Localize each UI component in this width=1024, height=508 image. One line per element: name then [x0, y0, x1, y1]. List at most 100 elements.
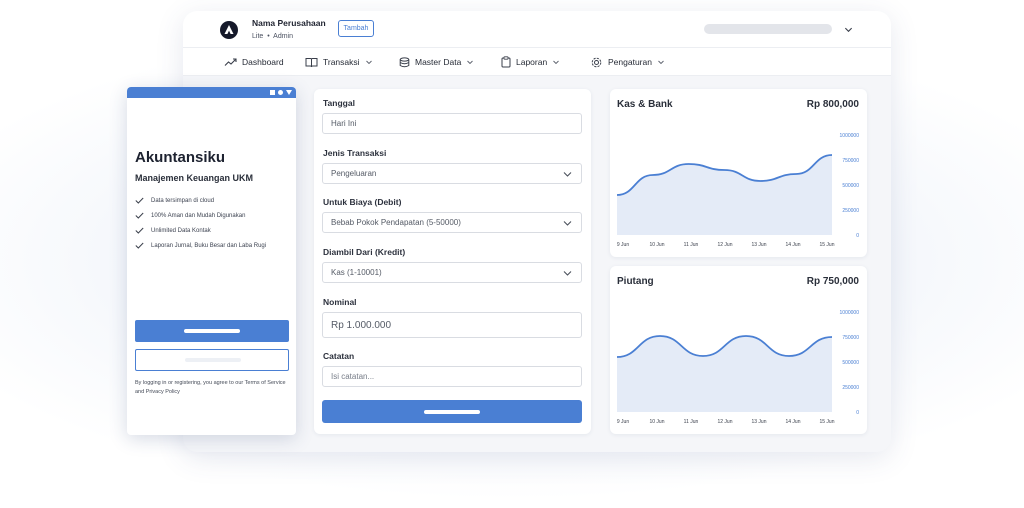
- window-titlebar: [127, 87, 296, 98]
- y-tick-label: 750000: [842, 158, 859, 164]
- nominal-input[interactable]: Rp 1.000.000: [322, 312, 582, 338]
- y-tick-label: 250000: [842, 385, 859, 391]
- y-tick-label: 0: [856, 410, 859, 416]
- separator-dot: •: [265, 33, 272, 40]
- y-tick-label: 0: [856, 233, 859, 239]
- company-logo-icon[interactable]: [220, 21, 238, 39]
- x-tick-label: 12 Jun: [717, 419, 732, 425]
- catatan-placeholder: Isi catatan...: [331, 372, 375, 381]
- catatan-input[interactable]: Isi catatan...: [322, 366, 582, 387]
- chevron-down-icon: [658, 60, 664, 65]
- area-fill: [617, 336, 832, 412]
- piutang-card: Piutang Rp 750,000 1000000 750000 500000 25…: [610, 266, 867, 434]
- x-tick-label: 9 Jun: [617, 242, 629, 248]
- area-fill: [617, 155, 832, 235]
- kas-bank-chart: 1000000 750000 500000 250000 0 9 Jun 10 Jun 11 …: [617, 133, 860, 248]
- database-icon: [399, 56, 410, 67]
- register-button[interactable]: [135, 349, 289, 371]
- chevron-down-icon: [553, 60, 560, 65]
- feature-text: Unlimited Data Kontak: [151, 227, 211, 234]
- chevron-down-icon: [563, 171, 572, 177]
- add-company-button[interactable]: Tambah: [338, 20, 374, 37]
- feature-item: Data tersimpan di cloud: [135, 193, 266, 208]
- nominal-value: Rp 1.000.000: [331, 319, 392, 331]
- nav-item-pengaturan[interactable]: Pengaturan: [590, 48, 665, 76]
- debit-account-select[interactable]: Bebab Pokok Pendapatan (5-50000): [322, 212, 582, 233]
- feature-text: Laporan Jurnal, Buku Besar dan Laba Rugi: [151, 242, 267, 249]
- check-icon: [135, 242, 144, 249]
- y-tick-label: 250000: [842, 208, 859, 214]
- check-icon: [135, 212, 144, 219]
- tanggal-value: Hari Ini: [331, 119, 357, 128]
- chevron-down-icon: [365, 60, 372, 65]
- submit-button[interactable]: [322, 400, 582, 423]
- y-tick-label: 500000: [842, 360, 859, 366]
- login-label-placeholder: [184, 329, 240, 333]
- x-tick-label: 13 Jun: [751, 419, 766, 425]
- piutang-chart: 1000000 750000 500000 250000 0 9 Jun 10 Jun 11 …: [617, 310, 860, 425]
- role-label: Admin: [273, 33, 293, 40]
- register-label-placeholder: [185, 358, 241, 362]
- nav-item-laporan[interactable]: Laporan: [501, 48, 560, 76]
- company-name[interactable]: Nama Perusahaan: [252, 18, 326, 28]
- nav-item-master-data[interactable]: Master Data: [399, 48, 474, 76]
- feature-item: 100% Aman dan Mudah Digunakan: [135, 208, 266, 223]
- nav-label-transaksi: Transaksi: [323, 57, 360, 67]
- feature-item: Unlimited Data Kontak: [135, 223, 266, 238]
- x-tick-label: 13 Jun: [751, 242, 766, 248]
- y-tick-label: 1000000: [840, 133, 860, 139]
- x-tick-label: 10 Jun: [649, 242, 664, 248]
- nav-label-master-data: Master Data: [415, 57, 462, 67]
- login-button[interactable]: [135, 320, 289, 342]
- x-tick-label: 10 Jun: [649, 419, 664, 425]
- login-window: Akuntansiku Manajemen Keuangan UKM Data …: [127, 87, 296, 435]
- kredit-account-select[interactable]: Kas (1-10001): [322, 262, 582, 283]
- jenis-transaksi-select[interactable]: Pengeluaran: [322, 163, 582, 184]
- y-tick-label: 500000: [842, 183, 859, 189]
- nominal-label: Nominal: [323, 297, 357, 307]
- x-tick-label: 11 Jun: [684, 242, 699, 248]
- x-tick-label: 9 Jun: [617, 419, 629, 425]
- tanggal-field[interactable]: Hari Ini: [322, 113, 582, 134]
- chevron-down-icon: [563, 270, 572, 276]
- triangle-down-icon: [286, 90, 292, 95]
- feature-item: Laporan Jurnal, Buku Besar dan Laba Rugi: [135, 238, 266, 253]
- nav-item-dashboard[interactable]: Dashboard: [224, 48, 284, 76]
- circle-icon: [278, 90, 283, 95]
- nav-item-transaksi[interactable]: Transaksi: [305, 48, 373, 76]
- y-tick-label: 1000000: [840, 310, 860, 316]
- x-tick-label: 12 Jun: [717, 242, 732, 248]
- chevron-down-icon: [467, 60, 474, 65]
- user-menu-placeholder[interactable]: [704, 24, 832, 34]
- kas-bank-card: Kas & Bank Rp 800,000 1000000 750000 50000…: [610, 89, 867, 257]
- transaction-form: Tanggal Hari Ini Jenis Transaksi Pengelu…: [314, 89, 591, 434]
- main-nav: Dashboard Transaksi Master Data Laporan: [183, 48, 891, 76]
- book-icon: [305, 57, 318, 67]
- catatan-label: Catatan: [323, 351, 355, 361]
- trending-up-icon: [224, 58, 237, 66]
- x-tick-label: 15 Jun: [819, 419, 834, 425]
- feature-text: 100% Aman dan Mudah Digunakan: [151, 212, 246, 219]
- feature-text: Data tersimpan di cloud: [151, 197, 215, 204]
- plan-label: Lite: [252, 33, 264, 40]
- brand-title: Akuntansiku: [135, 149, 226, 166]
- x-tick-label: 15 Jun: [819, 242, 834, 248]
- jenis-transaksi-value: Pengeluaran: [331, 169, 377, 178]
- debit-account-value: Bebab Pokok Pendapatan (5-50000): [331, 218, 461, 227]
- brand-tagline: Manajemen Keuangan UKM: [135, 173, 254, 183]
- nav-label-laporan: Laporan: [516, 57, 548, 67]
- nav-label-dashboard: Dashboard: [242, 57, 284, 67]
- x-tick-label: 14 Jun: [785, 242, 800, 248]
- square-icon: [270, 90, 275, 95]
- jenis-transaksi-label: Jenis Transaksi: [323, 148, 387, 158]
- submit-label-placeholder: [424, 410, 480, 414]
- tanggal-label: Tanggal: [323, 98, 355, 108]
- x-tick-label: 14 Jun: [785, 419, 800, 425]
- debit-label: Untuk Biaya (Debit): [323, 197, 402, 207]
- clipboard-icon: [501, 56, 511, 68]
- nav-label-pengaturan: Pengaturan: [608, 57, 652, 67]
- check-icon: [135, 227, 144, 234]
- chevron-down-icon[interactable]: [844, 25, 853, 34]
- check-icon: [135, 197, 144, 204]
- terms-text: By logging in or registering, you agree …: [135, 380, 286, 395]
